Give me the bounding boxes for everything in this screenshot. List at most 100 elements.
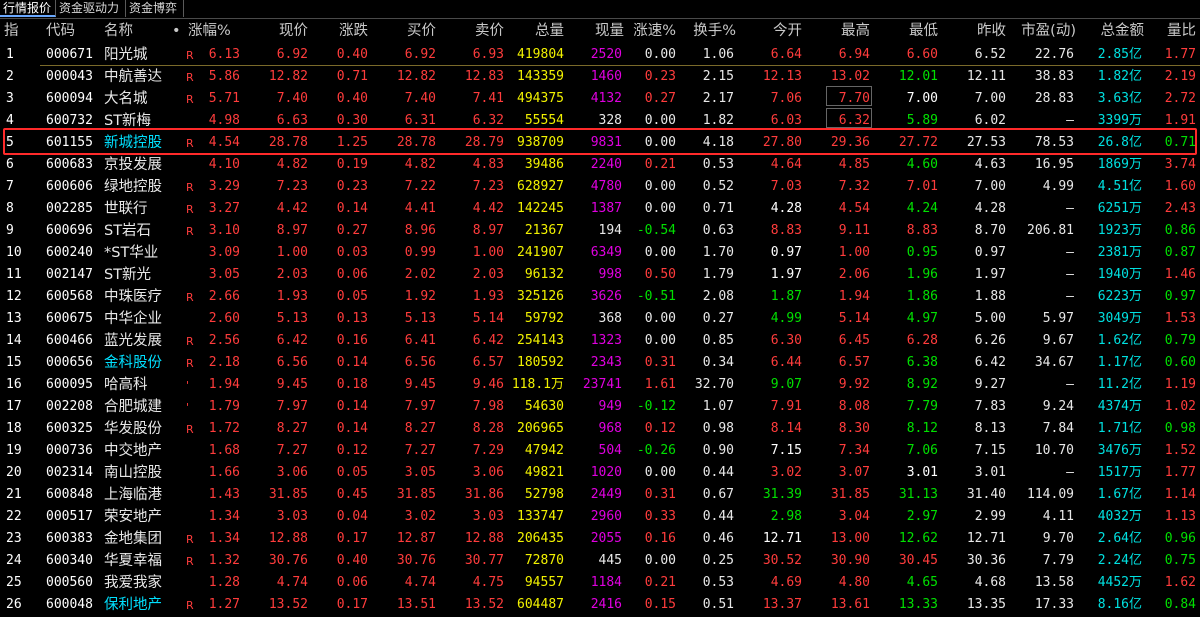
table-row[interactable]: 8 002285 世联行 R 3.27 4.42 0.14 4.41 4.42 142245 138… <box>0 198 1200 220</box>
column-header[interactable]: • <box>172 19 186 43</box>
cell-pe: – <box>1066 465 1074 480</box>
cell-speed: -0.12 <box>636 399 676 414</box>
cell-bid: 7.97 <box>404 399 436 414</box>
cell-price: 4.74 <box>276 575 308 590</box>
cell-cvol: 4132 <box>590 91 622 106</box>
tab-capital-drive[interactable]: 资金驱动力 <box>56 0 126 17</box>
cell-diff: 0.14 <box>336 355 368 370</box>
table-row[interactable]: 24 600340 华夏幸福 R 1.32 30.76 0.40 30.76 30.77 7287… <box>0 550 1200 572</box>
column-header[interactable]: 现量 <box>570 19 624 43</box>
column-header[interactable]: 最低 <box>880 19 938 43</box>
column-header[interactable]: 市盈(动) <box>1010 19 1076 43</box>
cell-chg: 3.09 <box>208 245 240 260</box>
table-row[interactable]: 9 600696 ST岩石 R 3.10 8.97 0.27 8.96 8.97 21367 194… <box>0 220 1200 242</box>
cell-prev: 6.42 <box>974 355 1006 370</box>
cell-chg: 5.71 <box>208 91 240 106</box>
cell-price: 9.45 <box>276 377 308 392</box>
cell-pe: 34.67 <box>1034 355 1074 370</box>
table-row[interactable]: 25 000560 我爱我家 1.28 4.74 0.06 4.74 4.75 94557 118… <box>0 572 1200 594</box>
table-row[interactable]: 14 600466 蓝光发展 R 2.56 6.42 0.16 6.41 6.42 254143 1… <box>0 330 1200 352</box>
cell-flag: R <box>186 181 194 194</box>
column-header[interactable]: 涨速% <box>622 19 676 43</box>
stock-name: ST岩石 <box>104 223 152 239</box>
table-row[interactable]: 13 600675 中华企业 2.60 5.13 0.13 5.13 5.14 59792 368… <box>0 308 1200 330</box>
cell-pe: – <box>1066 377 1074 392</box>
table-row[interactable]: 22 000517 荣安地产 1.34 3.03 0.04 3.02 3.03 133747 29… <box>0 506 1200 528</box>
table-row[interactable]: 21 600848 上海临港 1.43 31.85 0.45 31.85 31.86 52798… <box>0 484 1200 506</box>
column-header[interactable]: 代码 <box>46 19 106 43</box>
column-header[interactable]: 名称 <box>104 19 164 43</box>
cell-amt: 1.67亿 <box>1097 487 1142 502</box>
cell-idx: 13 <box>6 311 22 326</box>
cell-ratio: 1.02 <box>1164 399 1196 414</box>
cell-vol: 419804 <box>517 47 564 62</box>
table-row[interactable]: 20 002314 南山控股 1.66 3.06 0.05 3.05 3.06 49821 102… <box>0 462 1200 484</box>
table-row[interactable]: 15 000656 金科股份 R 2.18 6.56 0.14 6.56 6.57 180592 2… <box>0 352 1200 374</box>
table-row[interactable]: 16 600095 哈高科 ' 1.94 9.45 0.18 9.45 9.46 118.1万 23… <box>0 374 1200 396</box>
cell-diff: 0.45 <box>336 487 368 502</box>
cell-high: 3.04 <box>838 509 870 524</box>
cell-vol: 494375 <box>517 91 564 106</box>
cell-high: 5.14 <box>838 311 870 326</box>
cell-prev: 4.68 <box>974 575 1006 590</box>
column-header[interactable]: 昨收 <box>950 19 1006 43</box>
cell-code: 600466 <box>46 333 93 348</box>
cell-pe: 17.33 <box>1034 597 1074 612</box>
cell-speed: 0.21 <box>644 157 676 172</box>
table-row[interactable]: 11 002147 ST新光 3.05 2.03 0.06 2.02 2.03 96132 998… <box>0 264 1200 286</box>
column-header[interactable]: 买价 <box>380 19 436 43</box>
cell-bid: 1.92 <box>404 289 436 304</box>
cell-ratio: 0.86 <box>1164 223 1196 238</box>
column-header[interactable]: 总量 <box>500 19 564 43</box>
column-header[interactable]: 指 <box>4 19 40 43</box>
table-row[interactable]: 23 600383 金地集团 R 1.34 12.88 0.17 12.87 12.88 2064… <box>0 528 1200 550</box>
cell-diff: 0.40 <box>336 91 368 106</box>
cell-speed: 1.61 <box>644 377 676 392</box>
column-header[interactable]: 量比 <box>1150 19 1196 43</box>
column-header[interactable]: 最高 <box>814 19 870 43</box>
table-row[interactable]: 6 600683 京投发展 4.10 4.82 0.19 4.82 4.83 39486 2240… <box>0 154 1200 176</box>
table-row[interactable]: 12 600568 中珠医疗 R 2.66 1.93 0.05 1.92 1.93 325126 3… <box>0 286 1200 308</box>
table-row[interactable]: 2 000043 中航善达 R 5.86 12.82 0.71 12.82 12.83 14335… <box>0 66 1200 88</box>
cell-idx: 15 <box>6 355 22 370</box>
cell-ratio: 1.62 <box>1164 575 1196 590</box>
cell-code: 600095 <box>46 377 93 392</box>
cell-price: 6.92 <box>276 47 308 62</box>
cell-ratio: 0.87 <box>1164 245 1196 260</box>
cell-cvol: 6349 <box>590 245 622 260</box>
table-row[interactable]: 3 600094 大名城 R 5.71 7.40 0.40 7.40 7.41 494375 413… <box>0 88 1200 110</box>
column-header[interactable]: 涨跌 <box>316 19 368 43</box>
cell-flag: R <box>186 203 194 216</box>
column-header[interactable]: 卖价 <box>444 19 504 43</box>
cell-open: 8.83 <box>770 223 802 238</box>
tab-capital-game[interactable]: 资金博弈 <box>126 0 184 17</box>
cell-pe: 4.11 <box>1042 509 1074 524</box>
table-row[interactable]: 7 600606 绿地控股 R 3.29 7.23 0.23 7.22 7.23 628927 47… <box>0 176 1200 198</box>
cell-ask: 7.23 <box>472 179 504 194</box>
cell-high: 4.85 <box>838 157 870 172</box>
table-row[interactable]: 1 000671 阳光城 R 6.13 6.92 0.40 6.92 6.93 419804 252… <box>0 44 1200 66</box>
table-row[interactable]: 26 600048 保利地产 R 1.27 13.52 0.17 13.51 13.52 6044… <box>0 594 1200 616</box>
stock-name: 合肥城建 <box>104 399 162 415</box>
table-row[interactable]: 17 002208 合肥城建 ' 1.79 7.97 0.14 7.97 7.98 54630 94… <box>0 396 1200 418</box>
cell-ask: 6.42 <box>472 333 504 348</box>
column-header[interactable]: 现价 <box>250 19 308 43</box>
column-header[interactable]: 今开 <box>752 19 802 43</box>
cell-bid: 6.92 <box>404 47 436 62</box>
cell-turn: 0.25 <box>702 553 734 568</box>
tab-quotes[interactable]: 行情报价 <box>0 0 56 17</box>
cell-chg: 1.43 <box>208 487 240 502</box>
cell-flag: R <box>186 93 194 106</box>
cell-bid: 12.82 <box>396 69 436 84</box>
cell-low: 3.01 <box>906 465 938 480</box>
table-row[interactable]: 10 600240 *ST华业 3.09 1.00 0.03 0.99 1.00 241907 6… <box>0 242 1200 264</box>
stock-name: 华夏幸福 <box>104 553 162 569</box>
cell-ask: 13.52 <box>464 597 504 612</box>
column-header[interactable]: 总金额 <box>1080 19 1145 43</box>
table-row[interactable]: 19 000736 中交地产 1.68 7.27 0.12 7.27 7.29 47942 504… <box>0 440 1200 462</box>
cell-open: 6.44 <box>770 355 802 370</box>
column-header[interactable]: 换手% <box>680 19 736 43</box>
table-row[interactable]: 18 600325 华发股份 R 1.72 8.27 0.14 8.27 8.28 206965 9… <box>0 418 1200 440</box>
column-header[interactable]: 涨幅% <box>188 19 244 43</box>
cell-high: 4.80 <box>838 575 870 590</box>
